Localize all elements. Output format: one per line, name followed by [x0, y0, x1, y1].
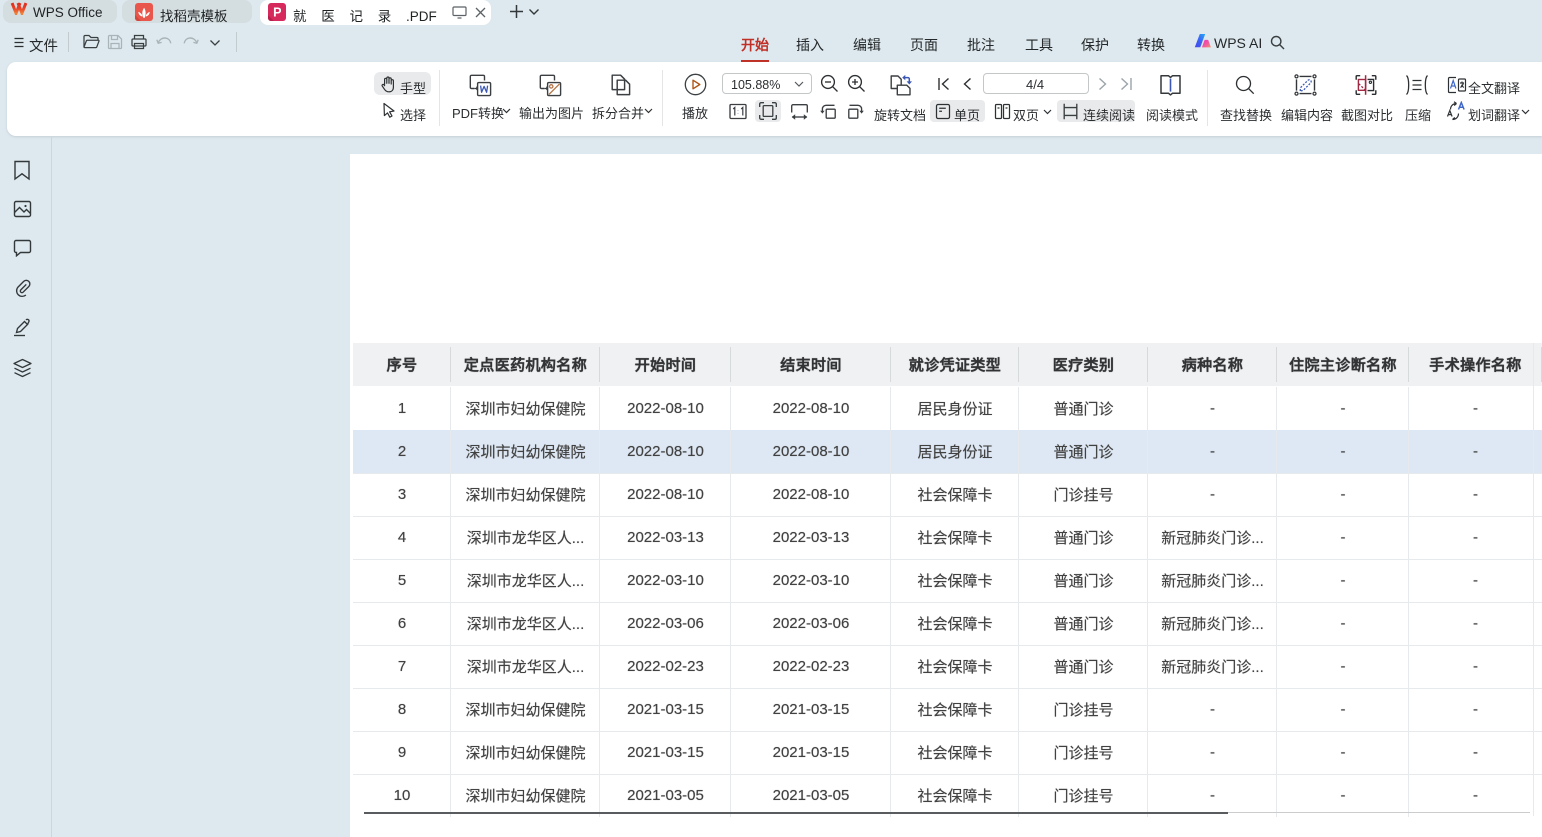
svg-text:P: P [273, 6, 281, 20]
